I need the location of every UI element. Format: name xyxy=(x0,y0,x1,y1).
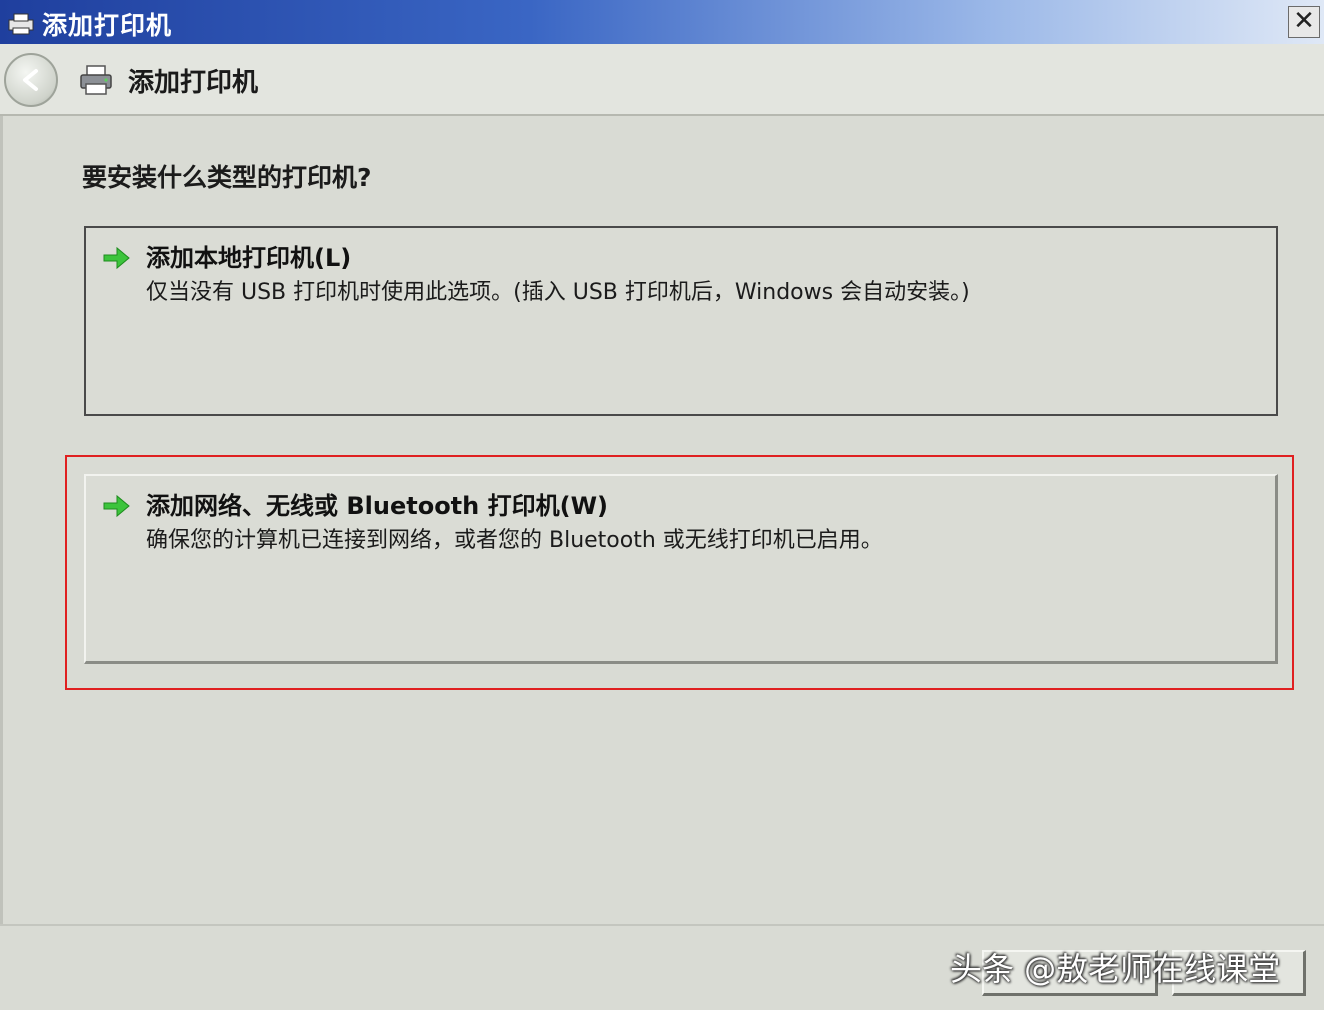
question-heading: 要安装什么类型的打印机? xyxy=(82,163,372,192)
add-local-printer-option[interactable]: 添加本地打印机(L) 仅当没有 USB 打印机时使用此选项。(插入 USB 打印… xyxy=(84,226,1278,416)
back-button[interactable] xyxy=(4,53,58,107)
green-arrow-icon xyxy=(100,242,132,274)
watermark: 头条 @敖老师在线课堂 xyxy=(950,950,1281,988)
close-button[interactable]: ✕ xyxy=(1288,6,1320,38)
option-title: 添加本地打印机(L) xyxy=(146,244,352,272)
title-bar: 添加打印机 ✕ xyxy=(0,0,1324,44)
add-printer-window: 添加打印机 ✕ 添加打印机 要安装什么类型的打印机? 添加本地打印机(L) 仅当… xyxy=(0,0,1324,1010)
window-title: 添加打印机 xyxy=(42,11,173,40)
printer-icon xyxy=(78,62,114,98)
option-description: 仅当没有 USB 打印机时使用此选项。(插入 USB 打印机后，Windows … xyxy=(146,280,970,305)
nav-bar: 添加打印机 xyxy=(0,44,1324,116)
highlight-box xyxy=(65,455,1294,690)
printer-icon xyxy=(6,10,36,36)
page-title: 添加打印机 xyxy=(128,68,259,98)
